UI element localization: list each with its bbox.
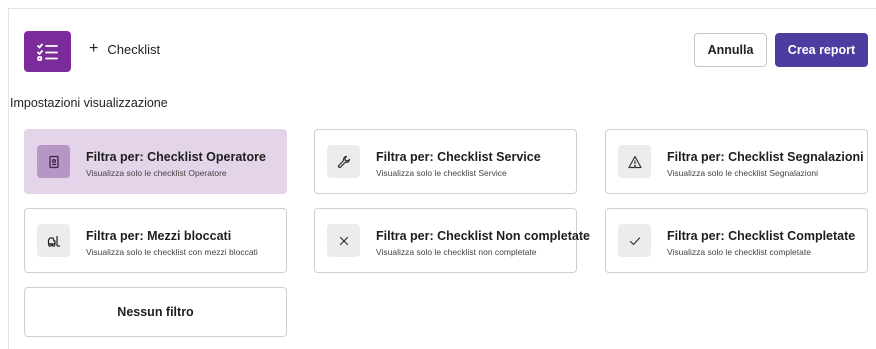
filter-card-operatore[interactable]: Filtra per: Checklist Operatore Visualiz… xyxy=(24,129,287,194)
filter-title: Filtra per: Mezzi bloccati xyxy=(86,229,232,243)
section-title: Impostazioni visualizzazione xyxy=(10,96,168,110)
filter-title: Filtra per: Checklist Completate xyxy=(667,229,856,243)
filter-subtitle: Visualizza solo le checklist con mezzi b… xyxy=(86,247,258,257)
filter-subtitle: Visualizza solo le checklist Operatore xyxy=(86,168,227,178)
filter-subtitle: Visualizza solo le checklist Service xyxy=(376,168,507,178)
create-report-button[interactable]: Crea report xyxy=(775,33,868,67)
filter-subtitle: Visualizza solo le checklist completate xyxy=(667,247,811,257)
wrench-icon xyxy=(327,145,360,178)
filter-title: Filtra per: Checklist Operatore xyxy=(86,150,266,164)
forklift-icon xyxy=(37,224,70,257)
filter-title: Filtra per: Checklist Segnalazioni xyxy=(667,150,864,164)
checklist-icon xyxy=(24,31,71,72)
close-icon xyxy=(327,224,360,257)
filter-title: Filtra per: Checklist Service xyxy=(376,150,541,164)
filter-card-completate[interactable]: Filtra per: Checklist Completate Visuali… xyxy=(605,208,868,273)
plus-icon: + xyxy=(89,40,99,57)
filter-card-mezzi-bloccati[interactable]: Filtra per: Mezzi bloccati Visualizza so… xyxy=(24,208,287,273)
filter-title: Filtra per: Checklist Non completate xyxy=(376,229,590,243)
no-filter-button[interactable]: Nessun filtro xyxy=(24,287,287,337)
warning-icon xyxy=(618,145,651,178)
filter-subtitle: Visualizza solo le checklist Segnalazion… xyxy=(667,168,819,178)
add-checklist-label: Checklist xyxy=(107,41,161,57)
check-icon xyxy=(618,224,651,257)
badge-icon xyxy=(37,145,70,178)
filter-card-service[interactable]: Filtra per: Checklist Service Visualizza… xyxy=(314,129,577,194)
add-checklist-button[interactable]: + Checklist xyxy=(89,40,160,58)
filter-card-segnalazioni[interactable]: Filtra per: Checklist Segnalazioni Visua… xyxy=(605,129,868,194)
filter-subtitle: Visualizza solo le checklist non complet… xyxy=(376,247,537,257)
cancel-button[interactable]: Annulla xyxy=(694,33,767,67)
filter-card-non-completate[interactable]: Filtra per: Checklist Non completate Vis… xyxy=(314,208,590,273)
